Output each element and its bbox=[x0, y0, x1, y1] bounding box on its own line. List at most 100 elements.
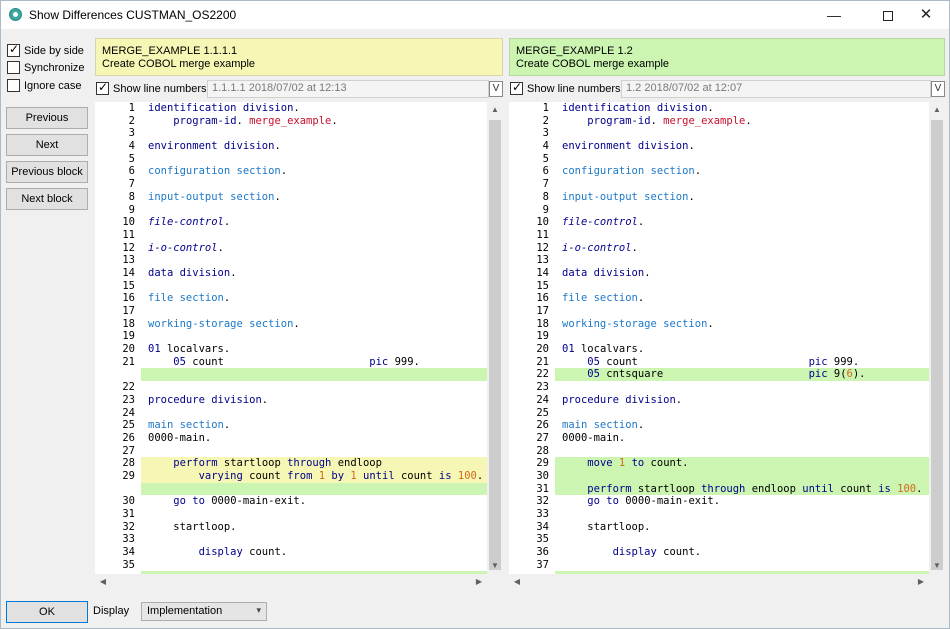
right-code-line: 24 procedure division. bbox=[509, 394, 682, 407]
left-line-text: data division. bbox=[148, 267, 237, 280]
previous-button[interactable]: Previous bbox=[6, 107, 88, 129]
left-code-token: configuration section bbox=[148, 165, 281, 178]
right-code-line: 1 identification division. bbox=[509, 102, 714, 115]
next-button[interactable]: Next bbox=[6, 134, 88, 156]
right-version-info-field[interactable]: 1.2 2018/07/02 at 12:07 bbox=[621, 80, 931, 98]
right-code-line: 10 file-control. bbox=[509, 216, 644, 229]
left-version-info-field[interactable]: 1.1.1.1 2018/07/02 at 12:13 bbox=[207, 80, 489, 98]
left-scroll-left-icon[interactable]: ◀ bbox=[95, 574, 111, 590]
right-line-number: 32 bbox=[536, 495, 549, 508]
right-line-number: 2 bbox=[542, 114, 549, 127]
right-line-number: 3 bbox=[542, 127, 549, 140]
side-by-side-label: Side by side bbox=[24, 44, 84, 57]
right-line-text: working-storage section. bbox=[562, 318, 714, 331]
right-line-text: display count. bbox=[562, 546, 702, 559]
right-scroll-down-icon[interactable]: ▼ bbox=[929, 558, 945, 574]
left-show-line-numbers-checkbox[interactable]: Show line numbers bbox=[96, 80, 207, 96]
left-code-token: . bbox=[476, 469, 484, 482]
right-show-line-numbers-check-icon[interactable] bbox=[510, 80, 523, 95]
right-version-select-button[interactable]: V bbox=[931, 81, 945, 97]
left-code-line: 28 perform startloop through endloop bbox=[95, 457, 487, 470]
left-code-view[interactable]: 1 identification division. 2 program-id. m… bbox=[95, 102, 503, 590]
right-code-token: environment division bbox=[562, 140, 689, 153]
left-line-number: 23 bbox=[122, 393, 135, 406]
left-line-text: main section. bbox=[148, 419, 230, 432]
right-code-line: 37 bbox=[509, 559, 549, 572]
display-select[interactable]: Implementation ▾ bbox=[141, 602, 267, 621]
right-code-token: . bbox=[707, 317, 714, 330]
left-version-description: Create COBOL merge example bbox=[102, 58, 256, 70]
left-vertical-scrollbar[interactable]: ▲ ▼ bbox=[487, 102, 503, 574]
minimize-button[interactable]: — bbox=[811, 1, 857, 29]
right-scroll-up-icon[interactable]: ▲ bbox=[929, 102, 945, 118]
right-vertical-scrollbar[interactable]: ▲ ▼ bbox=[929, 102, 945, 574]
left-scroll-down-icon[interactable]: ▼ bbox=[487, 558, 503, 574]
right-code-token: count. bbox=[656, 546, 702, 559]
right-code-line: 26 main section. bbox=[509, 419, 644, 432]
left-code-line: 8 input-output section. bbox=[95, 191, 281, 204]
left-line-number: 17 bbox=[122, 305, 135, 317]
right-code-token: pic bbox=[808, 355, 828, 368]
side-by-side-check-icon[interactable] bbox=[7, 42, 20, 57]
left-code-line: 32 startloop. bbox=[95, 521, 236, 534]
right-show-line-numbers-checkbox[interactable]: Show line numbers bbox=[510, 80, 621, 96]
left-code-token: . bbox=[293, 317, 300, 330]
right-code-line: 28 bbox=[509, 445, 549, 458]
left-code-token: startloop. bbox=[148, 520, 237, 533]
right-line-number: 34 bbox=[536, 520, 549, 533]
right-horizontal-scrollbar[interactable]: ◀ ▶ bbox=[509, 574, 929, 590]
left-scroll-up-icon[interactable]: ▲ bbox=[487, 102, 503, 118]
left-code-line: 7 bbox=[95, 178, 135, 191]
right-vertical-scroll-thumb[interactable] bbox=[931, 120, 943, 570]
ignore-case-check-icon[interactable] bbox=[7, 79, 20, 92]
right-code-token: count bbox=[599, 355, 809, 368]
right-line-text: move 1 to count. bbox=[562, 457, 688, 470]
left-code-token: file-control bbox=[148, 216, 224, 229]
left-code-token: . bbox=[274, 190, 281, 203]
right-scroll-right-icon[interactable]: ▶ bbox=[913, 574, 929, 590]
right-scroll-left-icon[interactable]: ◀ bbox=[509, 574, 525, 590]
right-line-number: 18 bbox=[536, 317, 549, 330]
right-code-line: 30 bbox=[509, 469, 929, 483]
right-line-number: 21 bbox=[536, 355, 549, 368]
right-code-token bbox=[562, 483, 587, 495]
synchronize-check-icon[interactable] bbox=[7, 61, 20, 74]
side-by-side-checkbox[interactable]: Side by side bbox=[7, 42, 84, 58]
right-code-line: 29 move 1 to count. bbox=[509, 457, 929, 470]
display-label: Display bbox=[93, 605, 130, 617]
left-line-text: 01 localvars. bbox=[148, 343, 230, 356]
left-scroll-corner bbox=[487, 574, 503, 590]
close-button[interactable]: ✕ bbox=[903, 1, 949, 29]
left-show-line-numbers-check-icon[interactable] bbox=[96, 80, 109, 95]
title-bar[interactable]: Show Differences CUSTMAN_OS2200 — ✕ bbox=[1, 1, 949, 29]
ignore-case-checkbox[interactable]: Ignore case bbox=[7, 78, 81, 93]
left-code-token: go to bbox=[173, 495, 205, 508]
left-line-number: 35 bbox=[122, 558, 135, 571]
ok-button[interactable]: OK bbox=[6, 601, 88, 623]
left-code-token: through bbox=[287, 457, 332, 470]
synchronize-checkbox[interactable]: Synchronize bbox=[7, 60, 85, 75]
right-line-number: 36 bbox=[536, 546, 549, 559]
left-horizontal-scrollbar[interactable]: ◀ ▶ bbox=[95, 574, 487, 590]
previous-block-button[interactable]: Previous block bbox=[6, 161, 88, 183]
left-code-token: environment division bbox=[148, 140, 275, 153]
right-code-token: pic bbox=[808, 368, 828, 381]
right-code-lines: 1 identification division. 2 program-id. m… bbox=[509, 102, 929, 584]
right-line-text: file-control. bbox=[562, 216, 644, 229]
right-code-token: display bbox=[612, 546, 657, 559]
right-line-number: 23 bbox=[536, 381, 549, 394]
left-version-select-button[interactable]: V bbox=[489, 81, 503, 97]
left-code-token bbox=[148, 470, 199, 482]
left-code-token: 999. bbox=[388, 355, 420, 368]
left-code-token: . bbox=[223, 419, 231, 432]
left-vertical-scroll-thumb[interactable] bbox=[489, 120, 501, 570]
left-code-token: by bbox=[331, 469, 345, 482]
left-scroll-right-icon[interactable]: ▶ bbox=[471, 574, 487, 590]
left-code-line: 24 bbox=[95, 407, 135, 420]
right-code-view[interactable]: 1 identification division. 2 program-id. m… bbox=[509, 102, 945, 590]
left-line-number: 22 bbox=[122, 381, 135, 394]
left-code-token: . bbox=[230, 266, 237, 279]
left-code-token: identification division bbox=[148, 102, 294, 114]
next-block-button[interactable]: Next block bbox=[6, 188, 88, 210]
right-line-text: environment division. bbox=[562, 140, 695, 153]
